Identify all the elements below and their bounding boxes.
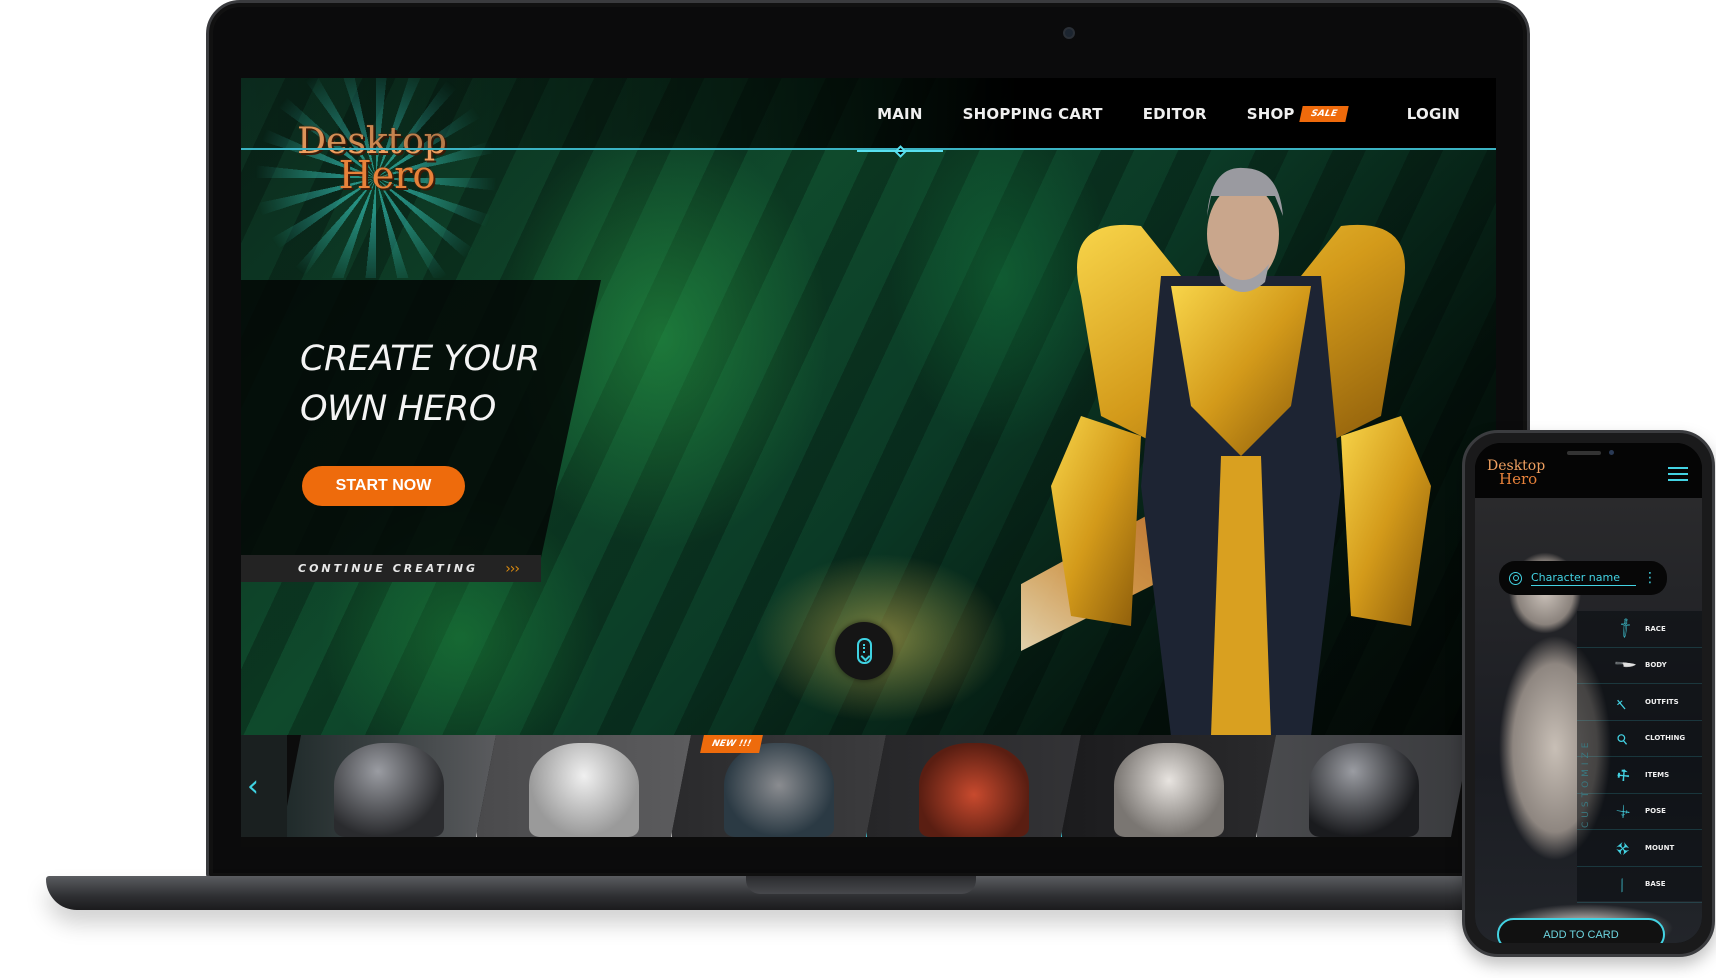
alien-2-figure <box>1309 743 1419 837</box>
desktop-site: Desktop Hero MAIN SHOPPING CART EDITOR S… <box>241 78 1496 847</box>
customize-item-outfits[interactable]: † OUTFITS <box>1577 684 1702 721</box>
knife-icon: 🔪 <box>1613 653 1638 677</box>
nav-item-main[interactable]: MAIN <box>857 78 944 158</box>
triple-chevron-icon: ››› <box>505 560 520 577</box>
mobile-logo[interactable]: Desktop Hero <box>1487 459 1545 486</box>
alien-figure <box>334 743 444 837</box>
nav-item-shopping-cart[interactable]: SHOPPING CART <box>943 78 1123 150</box>
carousel-tile-sword-lady[interactable] <box>1061 735 1276 837</box>
carousel-tile-tank[interactable] <box>866 735 1081 837</box>
sale-badge: SALE <box>1298 106 1349 122</box>
customize-item-items[interactable]: ⚒ ITEMS <box>1577 757 1702 794</box>
start-now-button[interactable]: START NOW <box>302 466 465 506</box>
laptop-notch <box>746 876 976 894</box>
character-preview: ⋮ 🗡RACE 🔪BODY †OUTFITS ⚲CLOTHING <box>1475 498 1702 943</box>
user-icon <box>1509 571 1522 585</box>
chevron-left-icon: ‹ <box>247 768 259 804</box>
warrior-figure <box>529 743 639 837</box>
webcam-icon <box>1063 27 1075 39</box>
character-name-input[interactable] <box>1531 570 1636 586</box>
axe-icon: ⚔ <box>1613 802 1634 823</box>
phone-frame: Desktop Hero ⋮ 🗡RACE 🔪BODY <box>1462 430 1715 957</box>
top-navigation: MAIN SHOPPING CART EDITOR SHOP SALE LOGI… <box>241 78 1496 158</box>
customize-menu: 🗡 RACE 🔪 BODY † OUTFITS ⚲ CLOTHING ⚒ ITEMS <box>1577 611 1702 903</box>
sword-icon: 🗡 <box>1613 616 1638 641</box>
carousel-tile-warrior[interactable] <box>476 735 691 837</box>
character-name-field-wrapper: ⋮ <box>1499 561 1667 595</box>
carousel-tile-alien-2[interactable] <box>1256 735 1471 837</box>
mouse-scroll-icon <box>856 638 872 664</box>
nav-item-editor[interactable]: EDITOR <box>1123 78 1227 150</box>
wand-icon: ⚲ <box>1613 730 1632 750</box>
continue-creating-link[interactable]: CONTINUE CREATING ››› <box>241 555 541 582</box>
customize-item-body[interactable]: 🔪 BODY <box>1577 648 1702 684</box>
hero-character-illustration <box>1021 167 1431 736</box>
hammer-icon: ⚒ <box>1613 765 1634 787</box>
dagger-icon: † <box>1613 696 1630 714</box>
mobile-site: Desktop Hero ⋮ 🗡RACE 🔪BODY <box>1475 443 1702 943</box>
scroll-down-button[interactable] <box>835 622 893 680</box>
product-carousel: ‹ NEW !!! <box>241 735 1496 847</box>
hero-title: CREATE YOUR OWN HERO <box>300 339 540 429</box>
front-camera-icon <box>1609 450 1614 455</box>
nav-item-shop[interactable]: SHOP SALE <box>1227 78 1367 150</box>
hamburger-icon[interactable] <box>1668 467 1688 481</box>
spear-icon: ⟋ <box>1613 876 1632 896</box>
mace-icon: ✠ <box>1613 839 1634 860</box>
speaker-grille <box>1567 451 1601 455</box>
add-to-card-button[interactable]: ADD TO CARD <box>1497 918 1665 943</box>
nav-item-login[interactable]: LOGIN <box>1367 78 1496 150</box>
carousel-tile-alien[interactable] <box>281 735 496 837</box>
customize-item-race[interactable]: 🗡 RACE <box>1577 611 1702 648</box>
carousel-track: NEW !!! <box>281 735 1451 837</box>
carousel-tile-mech[interactable]: NEW !!! <box>671 735 886 837</box>
more-options-icon[interactable]: ⋮ <box>1643 571 1657 585</box>
mech-figure <box>724 743 834 837</box>
tank-figure <box>919 743 1029 837</box>
new-badge: NEW !!! <box>700 735 763 753</box>
customize-item-pose[interactable]: ⚔ POSE <box>1577 794 1702 830</box>
mobile-header: Desktop Hero <box>1475 443 1702 498</box>
device-mockup: Desktop Hero MAIN SHOPPING CART EDITOR S… <box>0 0 1716 978</box>
sword-lady-figure <box>1114 743 1224 837</box>
customize-item-base[interactable]: ⟋ BASE <box>1577 867 1702 903</box>
carousel-prev-button[interactable]: ‹ <box>241 735 287 837</box>
customize-label: CUSTOMIZE <box>1581 738 1591 828</box>
customize-item-mount[interactable]: ✠ MOUNT <box>1577 830 1702 867</box>
customize-item-clothing[interactable]: ⚲ CLOTHING <box>1577 721 1702 757</box>
nav-menu: MAIN SHOPPING CART EDITOR SHOP SALE LOGI… <box>857 78 1496 158</box>
